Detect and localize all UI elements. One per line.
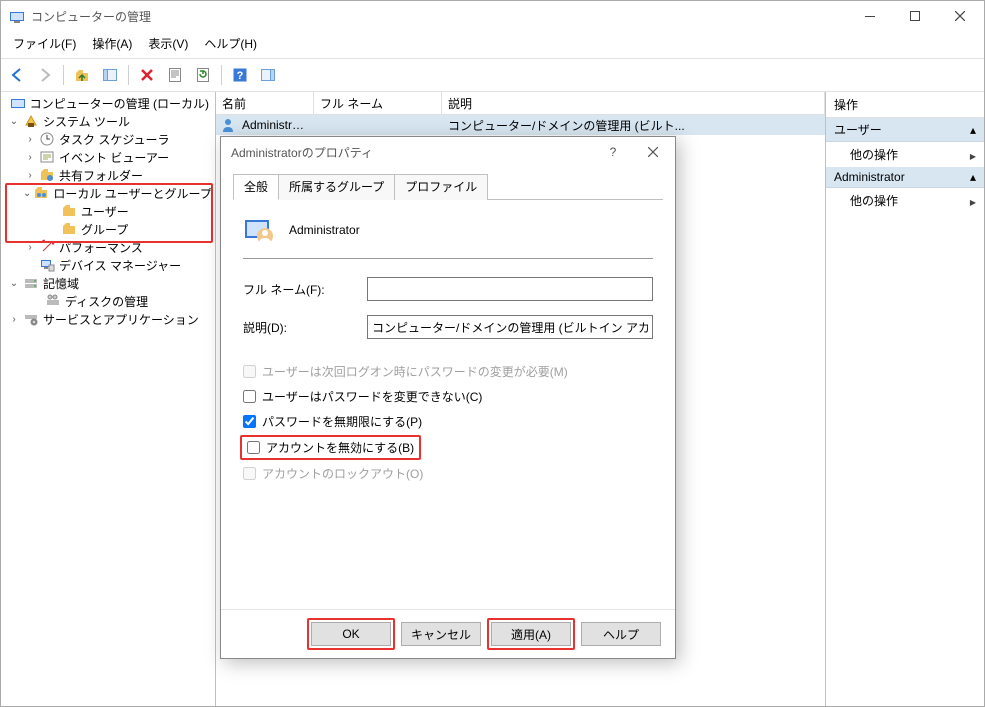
tree-root[interactable]: コンピューターの管理 (ローカル) — [1, 94, 215, 112]
maximize-button[interactable] — [892, 2, 937, 30]
toolbar: ? — [1, 58, 984, 92]
tree-task-scheduler[interactable]: ›タスク スケジューラ — [1, 130, 215, 148]
tree-performance[interactable]: ›パフォーマンス — [1, 238, 215, 256]
back-button[interactable] — [5, 63, 29, 87]
user-large-icon — [243, 214, 275, 246]
apply-button[interactable]: 適用(A) — [491, 622, 571, 646]
properties-dialog: Administratorのプロパティ ? 全般 所属するグループ プロファイル… — [220, 136, 676, 659]
main-window: コンピューターの管理 ファイル(F) 操作(A) 表示(V) ヘルプ(H) ? — [0, 0, 985, 707]
action-pane-title: 操作 — [826, 92, 984, 118]
app-icon — [9, 8, 25, 24]
show-hide-tree-button[interactable] — [98, 63, 122, 87]
action-other-ops-users[interactable]: 他の操作 — [826, 142, 984, 167]
collapse-icon: ▴ — [970, 170, 976, 184]
tree-users[interactable]: ユーザー — [1, 202, 215, 220]
dialog-titlebar: Administratorのプロパティ ? — [221, 137, 675, 167]
list-column-headers: 名前 フル ネーム 説明 — [216, 92, 825, 115]
refresh-button[interactable] — [191, 63, 215, 87]
dialog-user-name: Administrator — [289, 223, 360, 237]
description-field[interactable] — [367, 315, 653, 339]
minimize-button[interactable] — [847, 2, 892, 30]
dialog-close-button[interactable] — [633, 139, 673, 165]
full-name-label: フル ネーム(F): — [243, 281, 367, 298]
col-description[interactable]: 説明 — [442, 92, 825, 114]
help-button[interactable]: ? — [228, 63, 252, 87]
menu-help[interactable]: ヘルプ(H) — [198, 33, 263, 54]
tree-event-viewer[interactable]: ›イベント ビューアー — [1, 148, 215, 166]
dialog-title: Administratorのプロパティ — [231, 144, 373, 161]
dialog-button-row: OK キャンセル 適用(A) ヘルプ — [221, 609, 675, 658]
show-hide-action-pane-button[interactable] — [256, 63, 280, 87]
menubar: ファイル(F) 操作(A) 表示(V) ヘルプ(H) — [1, 31, 984, 58]
check-account-disabled[interactable]: アカウントを無効にする(B) — [243, 438, 418, 457]
dialog-help-button[interactable]: ? — [593, 139, 633, 165]
window-title: コンピューターの管理 — [31, 8, 151, 25]
tab-general[interactable]: 全般 — [233, 174, 279, 200]
description-label: 説明(D): — [243, 319, 367, 336]
svg-text:?: ? — [237, 70, 244, 82]
tree-disk-management[interactable]: ディスクの管理 — [1, 292, 215, 310]
titlebar: コンピューターの管理 — [1, 1, 984, 31]
full-name-field[interactable] — [367, 277, 653, 301]
tree-local-users-groups[interactable]: ⌄ローカル ユーザーとグループ — [1, 184, 215, 202]
action-pane: 操作 ユーザー ▴ 他の操作 Administrator ▴ 他の操作 — [826, 92, 984, 706]
action-section-admin[interactable]: Administrator ▴ — [826, 167, 984, 188]
check-pw-never-expires[interactable]: パスワードを無期限にする(P) — [243, 413, 653, 430]
help-button-dlg[interactable]: ヘルプ — [581, 622, 661, 646]
tree-system-tools[interactable]: ⌄ システム ツール — [1, 112, 215, 130]
cell-description: コンピューター/ドメインの管理用 (ビルト... — [442, 117, 825, 134]
chevron-right-icon — [970, 194, 976, 208]
properties-button[interactable] — [163, 63, 187, 87]
tree-groups[interactable]: グループ — [1, 220, 215, 238]
chevron-right-icon — [970, 148, 976, 162]
check-must-change-pw: ユーザーは次回ログオン時にパスワードの変更が必要(M) — [243, 363, 653, 380]
collapse-icon: ▴ — [970, 123, 976, 137]
tree-pane: コンピューターの管理 (ローカル) ⌄ システム ツール ›タスク スケジューラ — [1, 92, 216, 706]
menu-view[interactable]: 表示(V) — [142, 33, 194, 54]
cell-name: Administrator — [236, 118, 314, 132]
action-section-users[interactable]: ユーザー ▴ — [826, 118, 984, 142]
action-other-ops-admin[interactable]: 他の操作 — [826, 188, 984, 213]
tree-services-apps[interactable]: ›サービスとアプリケーション — [1, 310, 215, 328]
cancel-button[interactable]: キャンセル — [401, 622, 481, 646]
list-row[interactable]: Administrator コンピューター/ドメインの管理用 (ビルト... — [216, 115, 825, 135]
col-name[interactable]: 名前 — [216, 92, 314, 114]
tree-storage[interactable]: ⌄ 記憶域 — [1, 274, 215, 292]
tree-shared-folders[interactable]: ›共有フォルダー — [1, 166, 215, 184]
delete-button[interactable] — [135, 63, 159, 87]
tree-device-manager[interactable]: デバイス マネージャー — [1, 256, 215, 274]
forward-button[interactable] — [33, 63, 57, 87]
up-button[interactable] — [70, 63, 94, 87]
menu-file[interactable]: ファイル(F) — [7, 33, 82, 54]
ok-button[interactable]: OK — [311, 622, 391, 646]
dialog-tabs: 全般 所属するグループ プロファイル — [233, 173, 663, 200]
menu-action[interactable]: 操作(A) — [86, 33, 138, 54]
close-button[interactable] — [937, 2, 982, 30]
tab-member-of[interactable]: 所属するグループ — [278, 174, 395, 200]
user-icon — [220, 117, 236, 133]
col-full-name[interactable]: フル ネーム — [314, 92, 442, 114]
check-account-locked: アカウントのロックアウト(O) — [243, 465, 653, 482]
check-cannot-change-pw[interactable]: ユーザーはパスワードを変更できない(C) — [243, 388, 653, 405]
tab-profile[interactable]: プロファイル — [394, 174, 488, 200]
